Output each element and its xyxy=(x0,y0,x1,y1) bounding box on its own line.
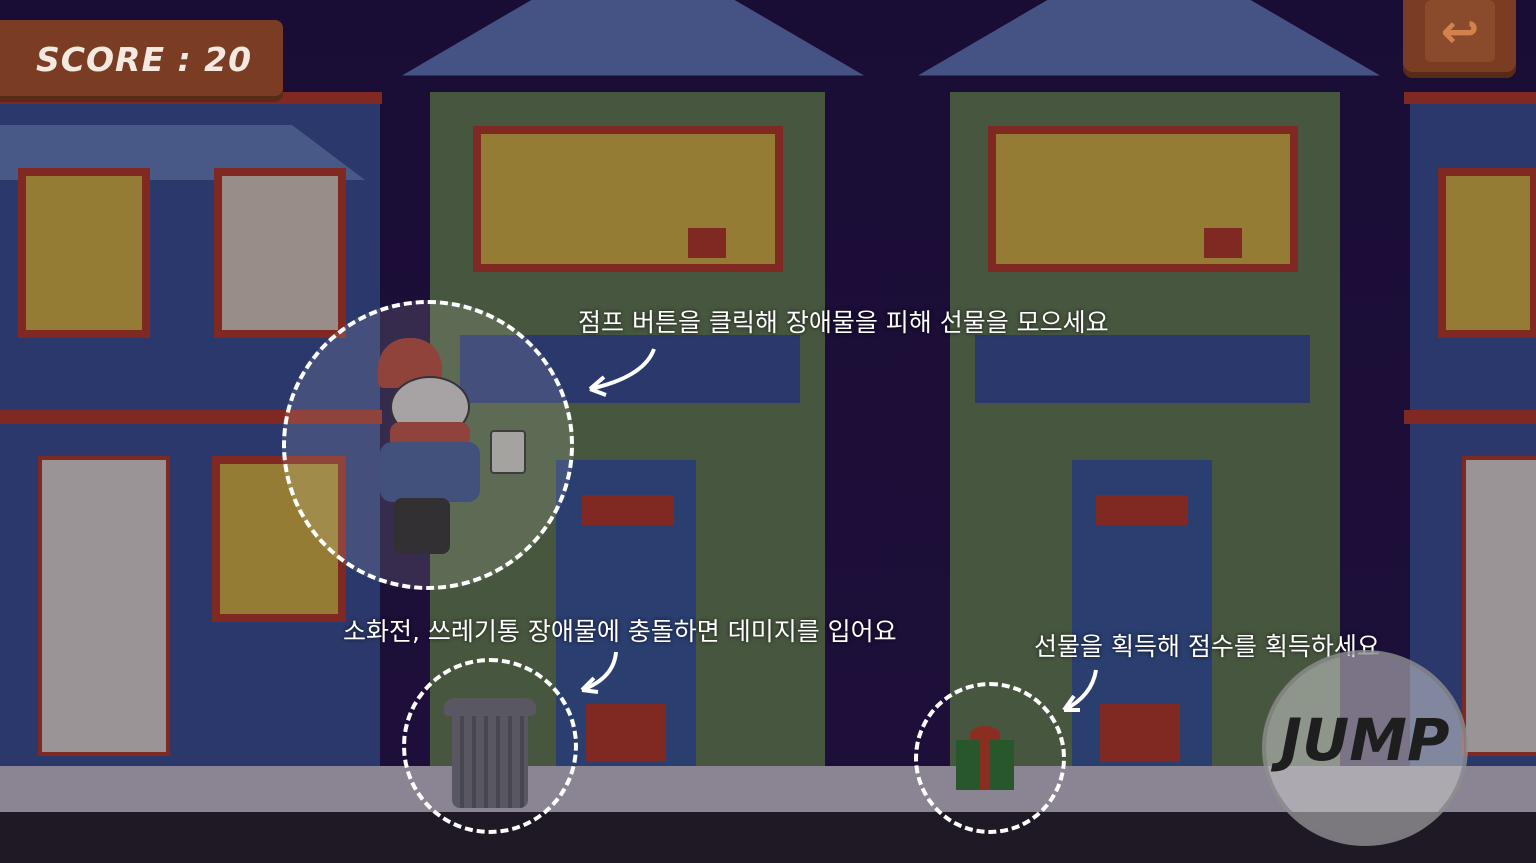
obstacle-hint-text: 소화전, 쓰레기통 장애물에 충돌하면 데미지를 입어요 xyxy=(343,617,897,646)
obstacle-highlight-ring xyxy=(402,658,578,834)
plant-pot xyxy=(688,228,726,258)
score-text: SCORE : 20 xyxy=(36,40,253,79)
jump-hint-text: 점프 버튼을 클릭해 장애물을 피해 선물을 모으세요 xyxy=(578,308,1109,337)
jump-hint-arrow xyxy=(588,348,656,397)
door-panel xyxy=(582,495,674,525)
door-mailbox xyxy=(1100,704,1180,762)
back-arrow-icon[interactable]: ↩ xyxy=(1425,0,1495,62)
window xyxy=(18,168,150,338)
door-panel xyxy=(1096,495,1188,525)
game-stage[interactable]: 점프 버튼을 클릭해 장애물을 피해 선물을 모으세요 소화전, 쓰레기통 장애… xyxy=(0,0,1536,863)
window xyxy=(214,168,346,338)
door-mailbox xyxy=(586,704,666,762)
plant-pot xyxy=(1204,228,1242,258)
gift-highlight-ring xyxy=(914,682,1066,834)
awning xyxy=(975,335,1310,403)
window xyxy=(1438,168,1536,338)
door xyxy=(1462,456,1536,756)
window xyxy=(473,126,783,272)
obstacle-hint-arrow xyxy=(580,651,618,694)
far-right-floor-trim xyxy=(1404,410,1536,424)
gift-hint-arrow xyxy=(1062,669,1098,712)
door xyxy=(38,456,170,756)
window xyxy=(988,126,1298,272)
character-highlight-ring xyxy=(282,300,574,590)
jump-button-label[interactable]: JUMP xyxy=(1262,706,1468,774)
far-right-roof-trim xyxy=(1404,92,1536,104)
